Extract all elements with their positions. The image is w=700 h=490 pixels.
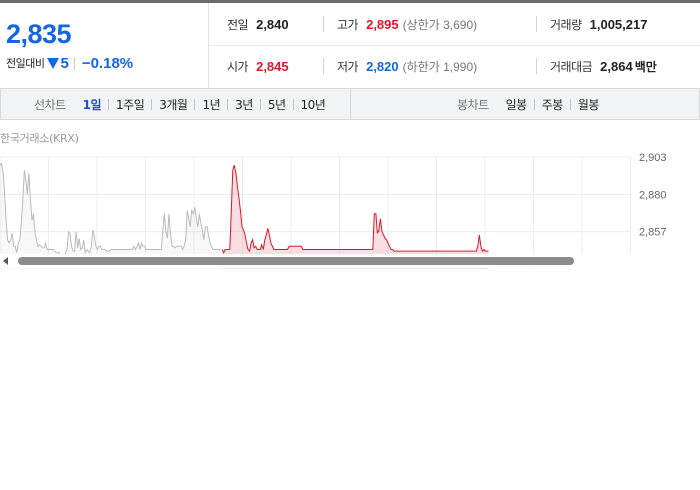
stat-label: 거래량 bbox=[550, 17, 582, 32]
y-axis-ticks: 2,903 2,880 2,857 bbox=[639, 152, 667, 239]
y-tick-label: 2,880 bbox=[639, 189, 667, 201]
stat-label: 저가 bbox=[337, 59, 359, 74]
current-price: 2,835 bbox=[6, 19, 72, 49]
quote-header: 2,835 전일대비 5 −0.18% 전일 2,840 고가 2,895 (상… bbox=[0, 3, 700, 89]
tab-5year[interactable]: 5년 bbox=[261, 96, 293, 113]
line-chart-title: 선차트 bbox=[34, 97, 66, 112]
line-chart-tabs: 선차트 1일 1주일 3개월 1년 3년 5년 10년 bbox=[1, 89, 351, 119]
stat-high: 고가 2,895 (상한가 3,690) bbox=[337, 3, 477, 45]
tab-daily-candle[interactable]: 일봉 bbox=[499, 96, 534, 113]
stat-value: 2,840 bbox=[256, 16, 289, 32]
stat-label: 고가 bbox=[337, 17, 359, 32]
stat-low: 저가 2,820 (하한가 1,990) bbox=[337, 45, 477, 87]
stats-row-1: 전일 2,840 고가 2,895 (상한가 3,690) 거래량 1,005,… bbox=[209, 3, 700, 46]
change-rate: −0.18% bbox=[81, 54, 134, 72]
stat-value: 2,864 bbox=[600, 58, 633, 74]
tab-10year[interactable]: 10년 bbox=[294, 96, 333, 113]
stat-value: 1,005,217 bbox=[589, 16, 648, 32]
scroll-left-arrow-icon[interactable] bbox=[3, 257, 8, 265]
candle-chart-title: 봉차트 bbox=[457, 97, 489, 112]
stat-label: 거래대금 bbox=[550, 59, 593, 74]
down-triangle-icon bbox=[47, 57, 60, 69]
tab-3month[interactable]: 3개월 bbox=[152, 96, 194, 113]
stat-divider bbox=[323, 58, 324, 74]
tab-1week[interactable]: 1주일 bbox=[109, 96, 151, 113]
stat-trade-amount: 거래대금 2,864 백만 bbox=[550, 45, 657, 87]
stat-unit: 백만 bbox=[634, 59, 657, 74]
price-stats: 전일 2,840 고가 2,895 (상한가 3,690) 거래량 1,005,… bbox=[209, 3, 700, 88]
tab-1day[interactable]: 1일 bbox=[76, 96, 108, 113]
lower-limit: (하한가 1,990) bbox=[402, 59, 478, 74]
tab-3year[interactable]: 3년 bbox=[228, 96, 260, 113]
change-label: 전일대비 bbox=[6, 57, 45, 70]
price-box: 2,835 전일대비 5 −0.18% bbox=[0, 3, 209, 88]
price-chart: 2,903 2,880 2,857 bbox=[0, 145, 700, 269]
series-line bbox=[221, 164, 489, 255]
stat-open: 시가 2,845 bbox=[227, 45, 289, 87]
stat-divider bbox=[536, 58, 537, 74]
tab-1year[interactable]: 1년 bbox=[195, 96, 227, 113]
stat-volume: 거래량 1,005,217 bbox=[550, 3, 647, 45]
tab-weekly-candle[interactable]: 주봉 bbox=[535, 96, 570, 113]
stat-prev-close: 전일 2,840 bbox=[227, 3, 289, 45]
stat-value: 2,820 bbox=[366, 58, 399, 74]
stat-divider bbox=[536, 16, 537, 32]
stat-label: 시가 bbox=[227, 59, 249, 74]
stat-value: 2,895 bbox=[366, 16, 399, 32]
stat-label: 전일 bbox=[227, 17, 249, 32]
upper-limit: (상한가 3,690) bbox=[402, 17, 478, 32]
y-tick-label: 2,857 bbox=[639, 227, 667, 239]
stats-row-2: 시가 2,845 저가 2,820 (하한가 1,990) 거래대금 2,864… bbox=[209, 45, 700, 87]
price-chart-svg: 2,903 2,880 2,857 bbox=[0, 152, 667, 269]
chart-scrollbar[interactable] bbox=[0, 254, 700, 268]
scrollbar-thumb[interactable] bbox=[18, 257, 574, 265]
change-value: 5 bbox=[60, 54, 69, 72]
stat-divider bbox=[323, 16, 324, 32]
change-divider bbox=[73, 56, 75, 70]
tab-monthly-candle[interactable]: 월봉 bbox=[571, 96, 606, 113]
chart-period-toolbar: 선차트 1일 1주일 3개월 1년 3년 5년 10년 봉차트 일봉 주봉 월봉 bbox=[0, 88, 700, 120]
data-source-label: 한국거래소(KRX) bbox=[0, 132, 79, 145]
candle-chart-tabs: 봉차트 일봉 주봉 월봉 bbox=[351, 89, 699, 119]
stat-value: 2,845 bbox=[256, 58, 289, 74]
y-tick-label: 2,903 bbox=[639, 152, 667, 164]
change-row: 전일대비 5 −0.18% bbox=[6, 54, 133, 72]
